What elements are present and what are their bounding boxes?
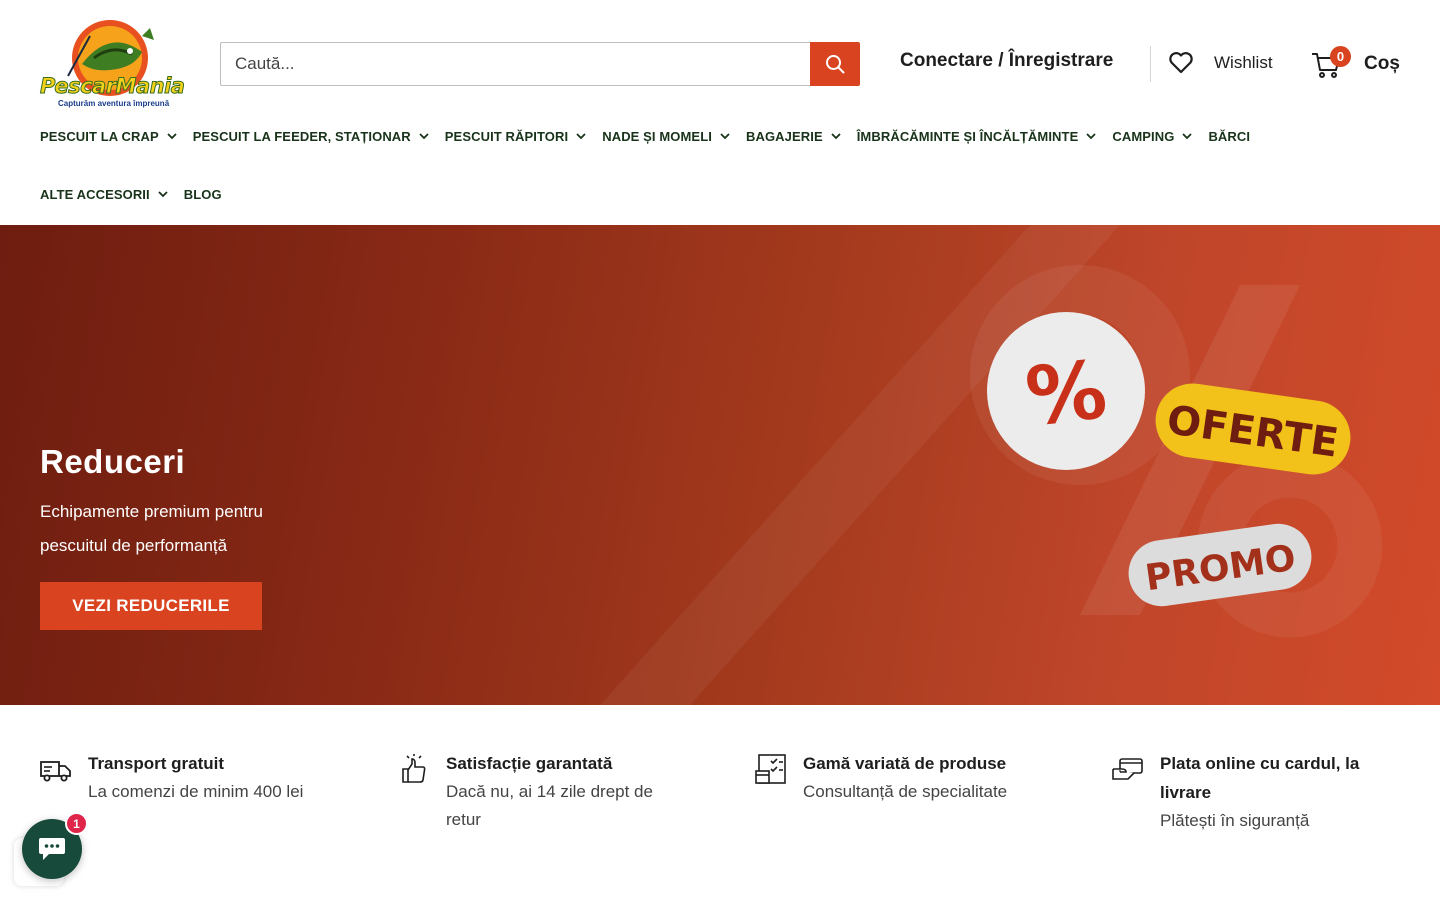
nav-item-alte-accesorii[interactable]: ALTE ACCESORII	[40, 187, 168, 202]
nav-item-imbracaminte[interactable]: ÎMBRĂCĂMINTE ȘI ÎNCĂLȚĂMINTE	[857, 129, 1097, 144]
chevron-down-icon	[1182, 133, 1193, 140]
feature-product-range: Gamă variată de produse Consultanță de s…	[755, 749, 1075, 806]
brand-tagline: Capturăm aventura împreună	[58, 99, 170, 108]
nav-item-label: PESCUIT RĂPITORI	[444, 128, 569, 144]
nav-item-label: ÎMBRĂCĂMINTE ȘI ÎNCĂLȚĂMINTE	[856, 128, 1079, 144]
feature-title: Plata online cu cardul, la livrare	[1160, 754, 1360, 802]
search-input[interactable]	[220, 42, 810, 86]
product-range-icon	[755, 754, 786, 784]
brand-logo[interactable]: PescarMania Capturăm aventura împreună	[38, 18, 185, 110]
feature-desc: Plătești în siguranță	[1160, 811, 1310, 830]
hero-subtitle: Echipamente premium pentru pescuitul de …	[40, 502, 264, 555]
nav-item-pescuit-la-crap[interactable]: PESCUIT LA CRAP	[40, 129, 177, 144]
chevron-down-icon	[576, 133, 586, 140]
cart-label: Coș	[1364, 53, 1400, 74]
nav-item-bagajerie[interactable]: BAGAJERIE	[746, 129, 841, 144]
feature-desc: Consultanță de specialitate	[803, 782, 1008, 801]
nav-item-camping[interactable]: CAMPING	[1112, 128, 1193, 144]
cart-count-badge: 0	[1330, 46, 1351, 67]
feature-satisfaction: Satisfacție garantată Dacă nu, ai 14 zil…	[398, 749, 698, 834]
search-button[interactable]	[810, 42, 860, 86]
nav-item-barci[interactable]: BĂRCI	[1208, 129, 1250, 144]
chevron-down-icon	[831, 133, 841, 140]
nav-item-nade-si-momeli[interactable]: NADE ȘI MOMELI	[602, 129, 730, 144]
nav-row-2: ALTE ACCESORII BLOG	[40, 180, 1400, 208]
nav-item-label: BĂRCI	[1208, 128, 1251, 144]
oferte-tag: OFERTE	[1155, 383, 1351, 475]
search-bar	[220, 42, 860, 86]
heart-icon	[1169, 52, 1193, 74]
main-navigation: PESCUIT LA CRAP PESCUIT LA FEEDER, STAȚI…	[40, 122, 1400, 208]
chat-unread-badge: 1	[65, 812, 88, 835]
nav-item-label: PESCUIT LA FEEDER, STAȚIONAR	[192, 128, 411, 144]
nav-item-label: NADE ȘI MOMELI	[602, 128, 712, 144]
feature-title: Gamă variată de produse	[803, 754, 1007, 773]
nav-item-pescuit-la-feeder[interactable]: PESCUIT LA FEEDER, STAȚIONAR	[193, 129, 429, 144]
nav-item-label: CAMPING	[1112, 128, 1175, 144]
nav-item-label: BAGAJERIE	[745, 128, 823, 144]
feature-card-payment: Plata online cu cardul, la livrare Plăte…	[1112, 749, 1400, 835]
feature-text: Satisfacție garantată Dacă nu, ai 14 zil…	[446, 749, 686, 834]
hero-banner: Reduceri Echipamente premium pentru pesc…	[0, 225, 1440, 705]
search-icon	[826, 55, 845, 74]
chevron-down-icon	[167, 133, 177, 140]
feature-title: Satisfacție garantată	[446, 754, 613, 773]
hero-title: Reduceri	[40, 443, 186, 480]
view-discounts-button[interactable]: VEZI REDUCERILE	[40, 582, 262, 630]
feature-text: Transport gratuit La comenzi de minim 40…	[88, 749, 303, 806]
chevron-down-icon	[720, 133, 730, 140]
login-register-link[interactable]: Conectare / Înregistrare	[900, 50, 1113, 72]
brand-name: PescarMania	[39, 74, 185, 99]
card-payment-icon	[1112, 758, 1143, 780]
feature-desc: Dacă nu, ai 14 zile drept de retur	[446, 782, 653, 829]
features-bar: Transport gratuit La comenzi de minim 40…	[0, 705, 1440, 900]
feature-free-shipping: Transport gratuit La comenzi de minim 40…	[40, 749, 360, 806]
promo-tag: PROMO	[1128, 523, 1312, 607]
chevron-down-icon	[158, 191, 168, 198]
header-divider	[1150, 46, 1151, 82]
nav-row-1: PESCUIT LA CRAP PESCUIT LA FEEDER, STAȚI…	[40, 122, 1400, 150]
chevron-down-icon	[1086, 133, 1096, 140]
percent-badge-symbol: %	[1022, 343, 1111, 444]
promo-artwork: % OFERTE PROMO	[987, 312, 1351, 607]
cart-link[interactable]: 0 Coș	[1310, 46, 1400, 82]
delivery-truck-icon	[40, 761, 71, 782]
chevron-down-icon	[419, 133, 429, 140]
feature-desc: La comenzi de minim 400 lei	[88, 782, 304, 801]
site-header: PescarMania Capturăm aventura împreună C…	[0, 0, 1440, 225]
chat-icon	[39, 838, 65, 860]
wishlist-label: Wishlist	[1214, 53, 1273, 72]
nav-item-pescuit-rapitori[interactable]: PESCUIT RĂPITORI	[445, 129, 586, 144]
wishlist-link[interactable]: Wishlist	[1168, 48, 1273, 78]
nav-item-label: BLOG	[183, 186, 222, 202]
nav-item-label: ALTE ACCESORII	[40, 186, 150, 202]
thumbs-up-icon	[402, 754, 426, 783]
nav-item-blog[interactable]: BLOG	[184, 187, 222, 202]
feature-title: Transport gratuit	[88, 754, 225, 773]
feature-text: Plata online cu cardul, la livrare Plăte…	[1160, 749, 1390, 835]
cart-icon-wrap: 0	[1310, 46, 1351, 80]
feature-text: Gamă variată de produse Consultanță de s…	[803, 749, 1007, 806]
nav-item-label: PESCUIT LA CRAP	[40, 128, 159, 144]
